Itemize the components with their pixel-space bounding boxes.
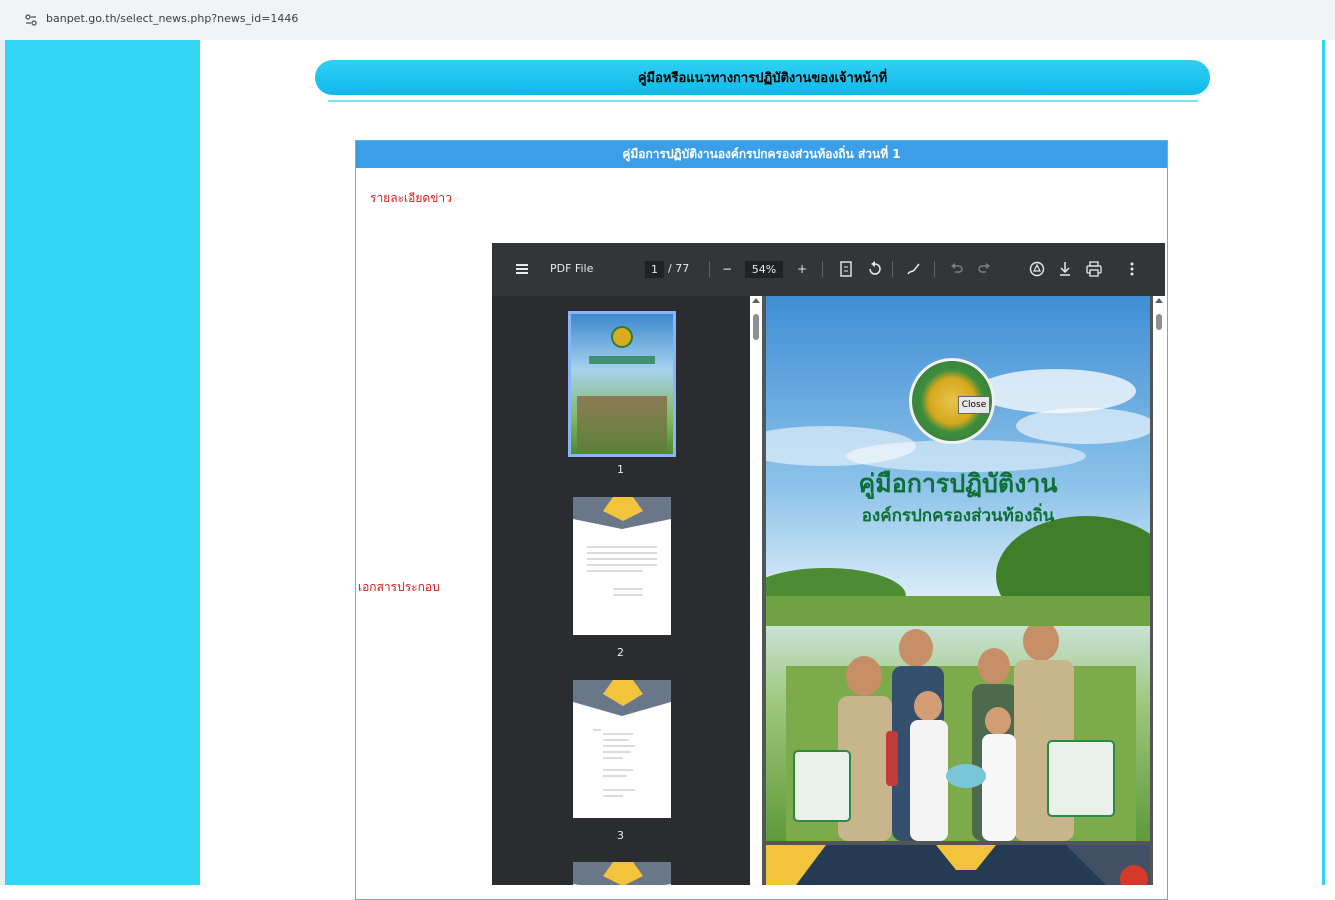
- detail-label: รายละเอียดข่าว: [370, 191, 452, 205]
- thumbnail-number: 3: [617, 829, 624, 842]
- news-title: คู่มือการปฏิบัติงานองค์กรปกครองส่วนท้องถ…: [622, 147, 901, 161]
- thumbnail-scrollbar[interactable]: [750, 296, 762, 885]
- close-button[interactable]: Close: [958, 396, 990, 414]
- zoom-in-button[interactable]: +: [797, 262, 807, 276]
- thumbnail-page-art: [573, 680, 671, 797]
- zoom-level-input[interactable]: 54%: [745, 261, 783, 278]
- cover-title: คู่มือการปฏิบัติงาน: [858, 469, 1058, 498]
- pdf-file-title: PDF File: [550, 262, 594, 275]
- cover-subtitle: องค์กรปกครองส่วนท้องถิ่น: [861, 506, 1055, 526]
- toolbar-separator: [892, 261, 893, 277]
- thumbnail-page-art: [573, 862, 671, 885]
- thumbnail-page-3[interactable]: [573, 680, 671, 818]
- section-title: คู่มือหรือแนวทางการปฏิบัติงานของเจ้าหน้า…: [637, 71, 888, 86]
- undo-icon: [951, 263, 963, 273]
- thumbnail-page-1[interactable]: [568, 311, 676, 457]
- toolbar-separator: [709, 261, 710, 277]
- scrollbar-thumb[interactable]: [1156, 314, 1162, 330]
- thumbnail-number: 2: [617, 646, 624, 659]
- pdf-toolbar: PDF File 1 / 77 − 54% +: [492, 243, 1165, 296]
- thumbnail-title-bar: [589, 356, 655, 364]
- site-settings-icon[interactable]: [24, 13, 38, 27]
- left-sidebar-band: [0, 40, 200, 885]
- annotate-icon[interactable]: [906, 261, 922, 277]
- scroll-up-arrow-icon[interactable]: [752, 298, 760, 303]
- url-text[interactable]: banpet.go.th/select_news.php?news_id=144…: [46, 12, 298, 25]
- sky-clouds: [766, 369, 1150, 626]
- thumbnail-seal: [611, 326, 633, 348]
- fit-page-icon[interactable]: [839, 261, 853, 277]
- more-options-icon[interactable]: [1129, 261, 1135, 277]
- page-2-header-art: [766, 845, 1150, 885]
- scrollbar-thumb[interactable]: [753, 314, 759, 340]
- print-icon[interactable]: [1086, 261, 1102, 277]
- page-number-input[interactable]: 1: [645, 261, 664, 278]
- pdf-viewer[interactable]: PDF File 1 / 77 − 54% + 1 2 3 Close คู่ม…: [492, 243, 1165, 885]
- news-header: คู่มือการปฏิบัติงานองค์กรปกครองส่วนท้องถ…: [356, 141, 1167, 168]
- redo-icon: [978, 263, 990, 273]
- zoom-out-button[interactable]: −: [722, 262, 732, 276]
- toolbar-separator: [822, 261, 823, 277]
- right-page-border: [1322, 40, 1335, 885]
- scroll-up-arrow-icon[interactable]: [1155, 298, 1163, 303]
- thumbnail-page-2[interactable]: [573, 497, 671, 635]
- section-divider: [328, 100, 1198, 102]
- pdf-page-1: Close คู่มือการปฏิบัติงาน องค์กรปกครองส่…: [766, 296, 1150, 841]
- menu-icon[interactable]: [516, 264, 528, 274]
- toolbar-separator: [934, 261, 935, 277]
- page-total: / 77: [668, 262, 690, 275]
- thumbnail-page-4[interactable]: [573, 862, 671, 885]
- thumbnail-sidebar[interactable]: 1 2 3: [492, 296, 750, 885]
- drive-icon[interactable]: [1029, 261, 1045, 277]
- attachment-label: เอกสารประกอบ: [358, 580, 440, 594]
- download-icon[interactable]: [1058, 261, 1072, 277]
- browser-address-bar[interactable]: banpet.go.th/select_news.php?news_id=144…: [0, 0, 1335, 40]
- cover-photo-people: [786, 626, 1136, 841]
- thumbnail-photo: [577, 396, 667, 452]
- document-scrollbar[interactable]: [1153, 296, 1165, 885]
- left-page-edge: [0, 40, 5, 885]
- rotate-icon[interactable]: [867, 261, 883, 277]
- thumbnail-number: 1: [617, 463, 624, 476]
- section-title-bar: คู่มือหรือแนวทางการปฏิบัติงานของเจ้าหน้า…: [315, 60, 1210, 95]
- pdf-page-2-peek: [766, 845, 1150, 885]
- thumbnail-page-art: [573, 497, 671, 596]
